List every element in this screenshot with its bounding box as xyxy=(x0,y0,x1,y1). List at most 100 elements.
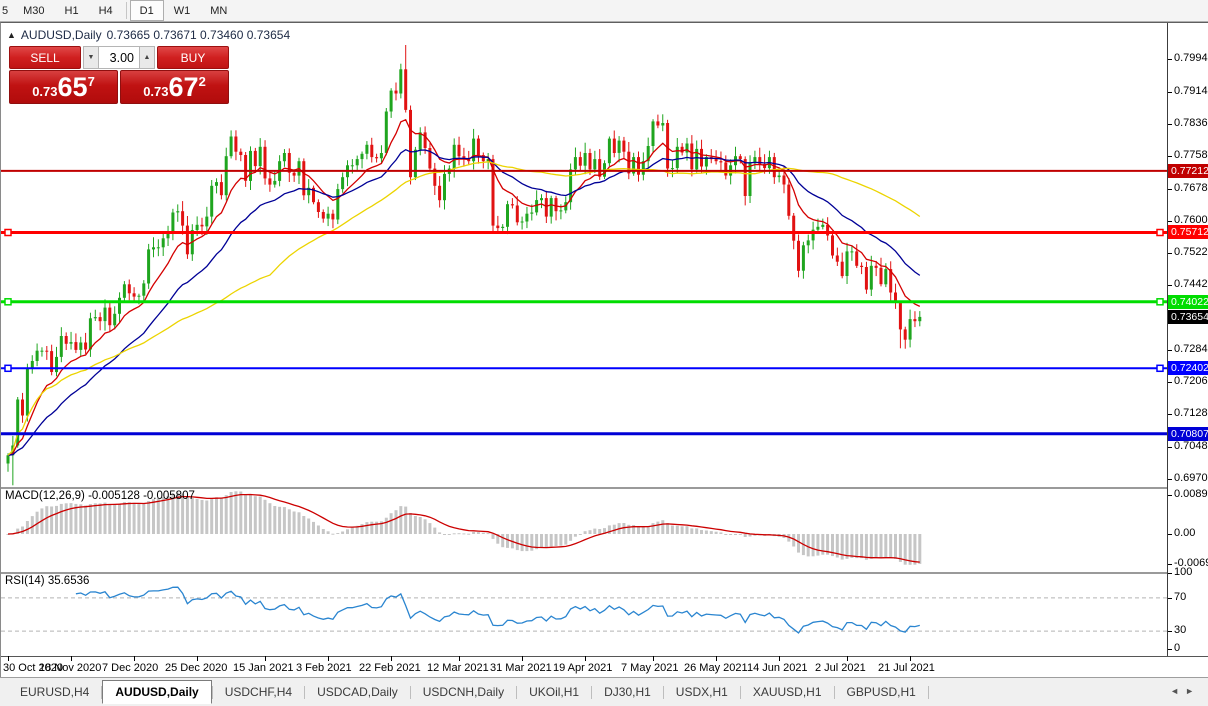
date-axis-tick xyxy=(910,656,911,661)
collapse-trade-panel-icon[interactable]: ▲ xyxy=(7,30,16,40)
price-axis-tick xyxy=(1168,285,1172,286)
price-axis-label: 0.72840 xyxy=(1174,343,1208,355)
date-axis-tick xyxy=(716,656,717,661)
price-axis-tick xyxy=(1168,189,1172,190)
rsi-axis-tick xyxy=(1168,598,1172,599)
chart-tab-usdchf-h4[interactable]: USDCHF,H4 xyxy=(213,682,304,703)
rsi-indicator-label: RSI(14) 35.6536 xyxy=(5,575,89,587)
one-click-trading-panel: SELL ▼ ▲ BUY 0.73 65 7 0.73 67 2 xyxy=(9,46,229,104)
chart-window: ▲ AUDUSD,Daily 0.73665 0.73671 0.73460 0… xyxy=(0,22,1208,677)
price-axis-label: 0.79940 xyxy=(1174,52,1208,64)
timeframe-button-d1[interactable]: D1 xyxy=(130,0,164,21)
chart-tab-gbpusd-h1[interactable]: GBPUSD,H1 xyxy=(835,682,928,703)
rsi-axis-label: 70 xyxy=(1174,591,1186,603)
macd-axis-tick xyxy=(1168,534,1172,535)
rsi-axis-tick xyxy=(1168,631,1172,632)
chart-tab-usdcnh-daily[interactable]: USDCNH,Daily xyxy=(411,682,516,703)
date-axis-label: 2 Jul 2021 xyxy=(815,662,866,674)
price-axis-label: 0.76780 xyxy=(1174,182,1208,194)
trading-terminal: 5M30H1H4 D1W1MN ▲ AUDUSD,Daily 0.73665 0.… xyxy=(0,0,1208,706)
price-axis-label: 0.72060 xyxy=(1174,375,1208,387)
tab-scroll-right-icon[interactable]: ► xyxy=(1185,686,1200,696)
date-axis-tick xyxy=(328,656,329,661)
date-axis-tick xyxy=(847,656,848,661)
macd-indicator-label: MACD(12,26,9) -0.005128 -0.005807 xyxy=(5,490,195,502)
chart-tab-xauusd-h1[interactable]: XAUUSD,H1 xyxy=(741,682,834,703)
buy-price-prefix: 0.73 xyxy=(143,84,168,99)
chart-tab-dj30-h1[interactable]: DJ30,H1 xyxy=(592,682,663,703)
timeframe-toolbar: 5M30H1H4 D1W1MN xyxy=(0,0,1208,22)
rsi-axis-tick xyxy=(1168,649,1172,650)
rsi-axis-label: 30 xyxy=(1174,624,1186,636)
date-axis-label: 3 Feb 2021 xyxy=(296,662,352,674)
sell-price-prefix: 0.73 xyxy=(32,84,57,99)
timeframe-button-w1[interactable]: W1 xyxy=(164,0,201,21)
buy-button[interactable]: BUY xyxy=(157,46,229,69)
timeframe-button-5[interactable]: 5 xyxy=(0,0,13,21)
date-axis-tick xyxy=(265,656,266,661)
price-axis-tick xyxy=(1168,156,1172,157)
price-axis-tick xyxy=(1168,124,1172,125)
rsi-panel-separator[interactable] xyxy=(1,572,1167,574)
date-axis-tick xyxy=(197,656,198,661)
price-axis-tick xyxy=(1168,350,1172,351)
chart-layers xyxy=(1,45,1167,633)
price-axis-tick xyxy=(1168,59,1172,60)
date-axis-tick xyxy=(585,656,586,661)
chart-tab-eurusd-h4[interactable]: EURUSD,H4 xyxy=(8,682,101,703)
price-axis-tick xyxy=(1168,92,1172,93)
date-axis-label: 15 Jan 2021 xyxy=(233,662,294,674)
sell-price-box[interactable]: 0.73 65 7 xyxy=(9,70,118,104)
macd-axis-label: 0.00 xyxy=(1174,527,1195,539)
date-axis-label: 31 Mar 2021 xyxy=(490,662,552,674)
volume-input[interactable] xyxy=(99,46,139,69)
price-axis-divider xyxy=(1167,23,1168,656)
rsi-axis-label: 0 xyxy=(1174,642,1180,654)
volume-decrease-icon[interactable]: ▼ xyxy=(83,46,99,69)
date-axis-label: 7 Dec 2020 xyxy=(102,662,158,674)
macd-axis-tick xyxy=(1168,564,1172,565)
price-axis-tick xyxy=(1168,414,1172,415)
tab-scroll-arrows[interactable]: ◄► xyxy=(1170,686,1200,696)
timeframe-button-h4[interactable]: H4 xyxy=(89,0,123,21)
timeframe-button-mn[interactable]: MN xyxy=(200,0,237,21)
date-axis-tick xyxy=(459,656,460,661)
current-price-flag: 0.73654 xyxy=(1168,310,1208,324)
date-axis-label: 22 Feb 2021 xyxy=(359,662,421,674)
level-price-flag: 0.75712 xyxy=(1168,225,1208,239)
volume-increase-icon[interactable]: ▲ xyxy=(139,46,155,69)
date-axis-border xyxy=(1,656,1208,657)
tab-separator xyxy=(928,686,929,699)
buy-price-box[interactable]: 0.73 67 2 xyxy=(120,70,229,104)
chart-tab-usdcad-daily[interactable]: USDCAD,Daily xyxy=(305,682,410,703)
chart-tab-usdx-h1[interactable]: USDX,H1 xyxy=(664,682,740,703)
date-axis-label: 14 Jun 2021 xyxy=(747,662,808,674)
chart-tab-ukoil-h1[interactable]: UKOil,H1 xyxy=(517,682,591,703)
sell-price-digits: 65 xyxy=(58,73,88,101)
price-axis-tick xyxy=(1168,221,1172,222)
chart-legend: ▲ AUDUSD,Daily 0.73665 0.73671 0.73460 0… xyxy=(7,28,290,42)
price-axis-tick xyxy=(1168,447,1172,448)
price-axis-label: 0.79140 xyxy=(1174,85,1208,97)
timeframe-button-h1[interactable]: H1 xyxy=(55,0,89,21)
macd-panel-separator[interactable] xyxy=(1,487,1167,489)
sell-price-pipette: 7 xyxy=(88,74,95,89)
level-price-flag: 0.74022 xyxy=(1168,295,1208,309)
price-axis-label: 0.78360 xyxy=(1174,117,1208,129)
price-axis-tick xyxy=(1168,479,1172,480)
macd-axis-label: 0.008903 xyxy=(1174,488,1208,500)
price-axis-label: 0.75220 xyxy=(1174,246,1208,258)
symbol-tab-bar: EURUSD,H4AUDUSD,DailyUSDCHF,H4USDCAD,Dai… xyxy=(0,677,1208,706)
sell-button[interactable]: SELL xyxy=(9,46,81,69)
tab-scroll-left-icon[interactable]: ◄ xyxy=(1170,686,1185,696)
price-axis-label: 0.74420 xyxy=(1174,278,1208,290)
timeframe-button-m30[interactable]: M30 xyxy=(13,0,54,21)
buy-price-digits: 67 xyxy=(169,73,199,101)
date-axis-tick xyxy=(391,656,392,661)
level-price-flag: 0.77212 xyxy=(1168,164,1208,178)
date-axis-label: 19 Apr 2021 xyxy=(553,662,612,674)
level-price-flag: 0.72402 xyxy=(1168,361,1208,375)
date-axis-tick xyxy=(8,656,9,661)
date-axis-tick xyxy=(71,656,72,661)
chart-tab-audusd-daily[interactable]: AUDUSD,Daily xyxy=(102,680,211,704)
